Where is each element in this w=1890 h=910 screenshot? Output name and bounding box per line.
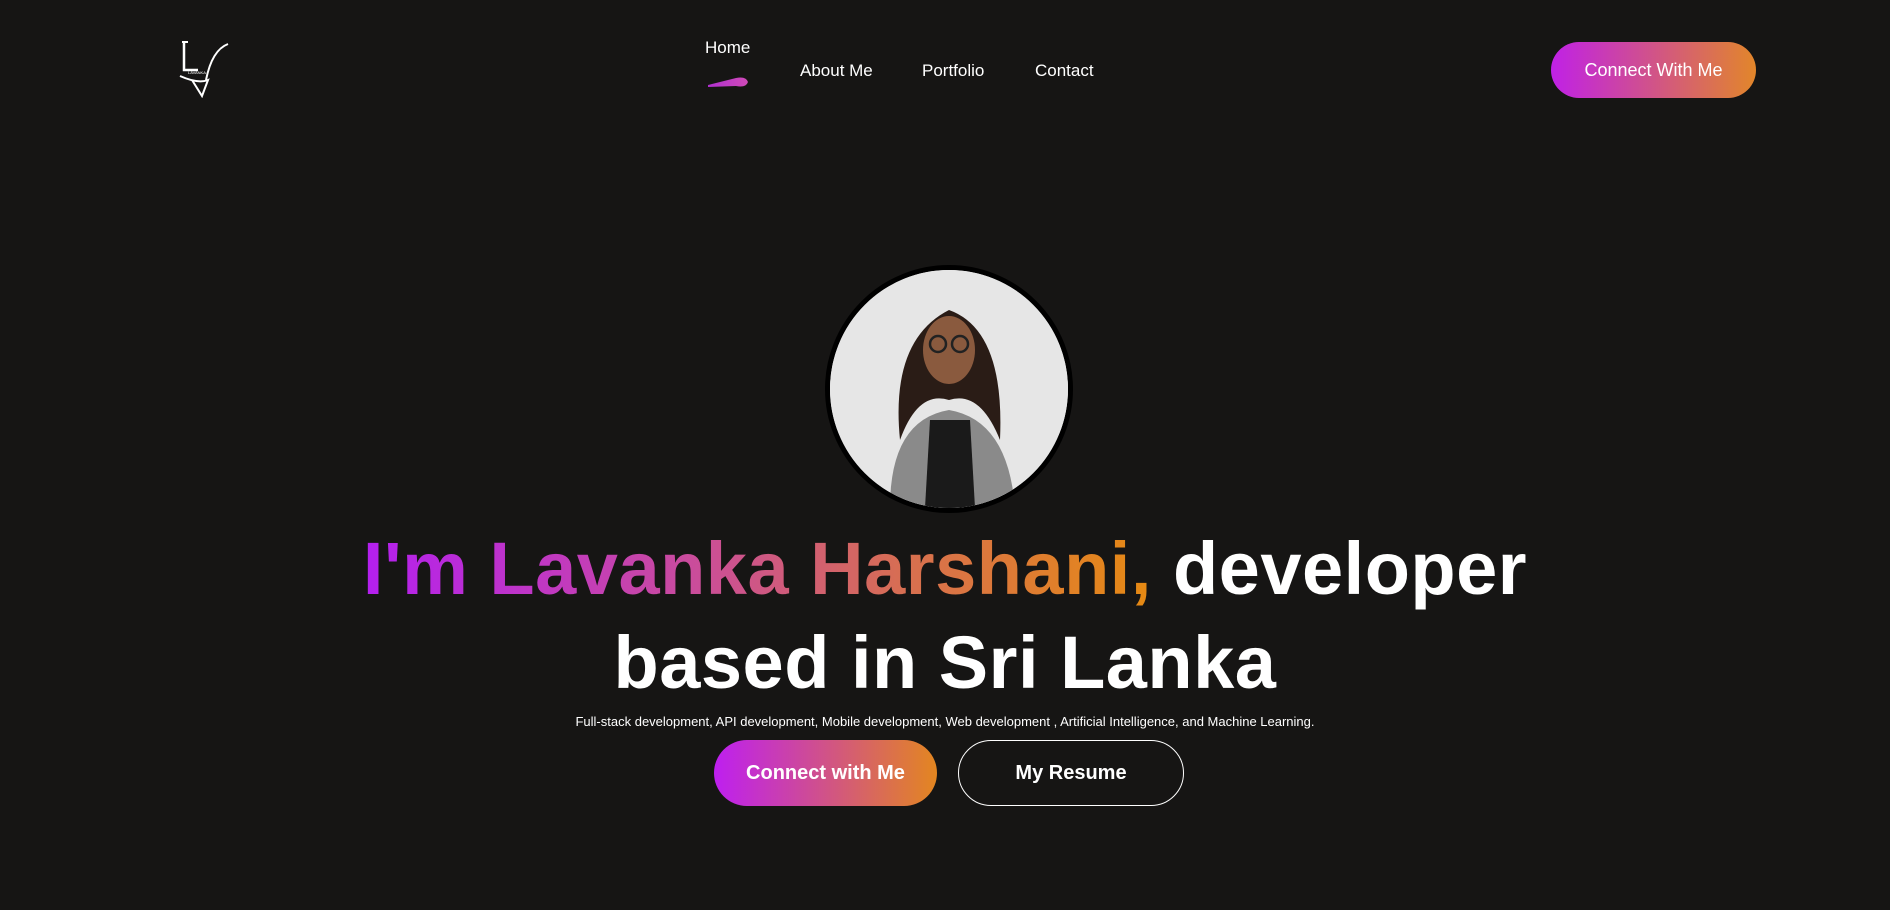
nav-contact[interactable]: Contact xyxy=(1035,61,1094,81)
profile-photo xyxy=(830,270,1068,508)
hero-role: developer xyxy=(1151,527,1528,610)
hero-headline: I'm Lavanka Harshani, developer based in… xyxy=(0,522,1890,710)
nav-home[interactable]: Home xyxy=(705,38,750,58)
header-connect-button[interactable]: Connect With Me xyxy=(1551,42,1756,98)
hero-subtitle: Full-stack development, API development,… xyxy=(575,714,1315,729)
my-resume-button[interactable]: My Resume xyxy=(958,740,1184,806)
hero-name: I'm Lavanka Harshani, xyxy=(362,527,1152,610)
nav-about-me[interactable]: About Me xyxy=(800,61,873,81)
profile-avatar xyxy=(825,265,1073,513)
active-nav-indicator xyxy=(708,77,748,87)
logo[interactable]: LAVANKA xyxy=(178,40,234,98)
connect-with-me-button[interactable]: Connect with Me xyxy=(714,740,937,806)
nav-portfolio[interactable]: Portfolio xyxy=(922,61,984,81)
logo-brand-text: LAVANKA xyxy=(188,70,206,75)
hero-location: based in Sri Lanka xyxy=(613,621,1277,704)
